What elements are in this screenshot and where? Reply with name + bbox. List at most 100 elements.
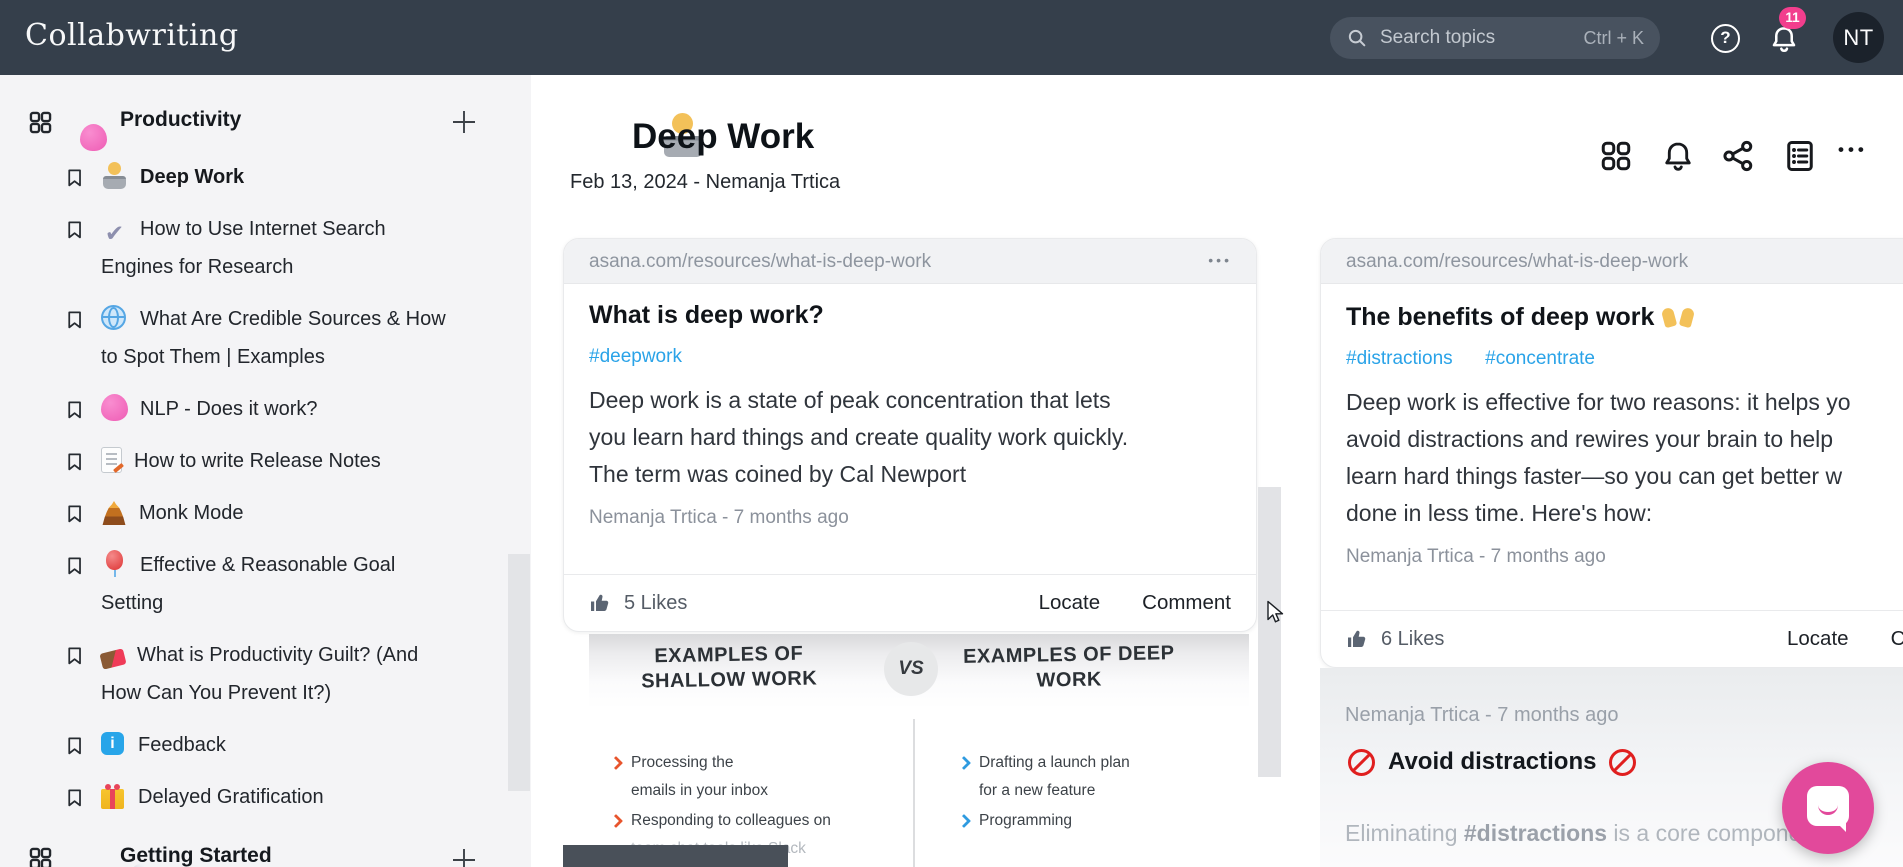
sidebar-item-label: How to write Release Notes bbox=[134, 450, 381, 472]
chocolate-emoji bbox=[99, 648, 126, 669]
share-icon[interactable] bbox=[1720, 138, 1756, 174]
tag-concentrate[interactable]: #concentrate bbox=[1485, 348, 1595, 369]
chevron-right-icon bbox=[957, 756, 971, 770]
divider bbox=[913, 719, 915, 867]
tag-distractions[interactable]: #distractions bbox=[1346, 348, 1453, 369]
globe-emoji bbox=[101, 305, 126, 330]
tag-deepwork[interactable]: #deepwork bbox=[589, 346, 682, 367]
chevron-right-icon bbox=[609, 814, 623, 828]
sidebar-item-label: Monk Mode bbox=[139, 502, 244, 524]
bookmark-icon bbox=[64, 785, 85, 810]
chat-bubble-icon bbox=[1807, 786, 1849, 826]
column-scrollbar[interactable] bbox=[1258, 487, 1281, 777]
snippet-source-bar[interactable]: asana.com/resources/what-is-deep-work ••… bbox=[564, 239, 1256, 284]
deep-work-heading: EXAMPLES OF DEEP WORK bbox=[944, 641, 1195, 695]
sidebar-item-productivity-guilt[interactable]: What is Productivity Guilt? (And How Can… bbox=[64, 636, 494, 712]
snippet-footer: 5 Likes Locate Comment bbox=[564, 574, 1256, 631]
comment-author: Nemanja Trtica - 7 months ago bbox=[1345, 704, 1618, 727]
sidebar-item-deep-work[interactable]: Deep Work bbox=[64, 158, 494, 196]
snippet-text-line: Deep work is effective for two reasons: … bbox=[1346, 384, 1903, 421]
chat-launcher-button[interactable] bbox=[1782, 762, 1874, 854]
bookmark-icon bbox=[64, 501, 85, 526]
sidebar-section-title-getting-started[interactable]: Getting Started bbox=[120, 844, 272, 867]
image-bottom-bar bbox=[563, 845, 788, 867]
grid-icon[interactable] bbox=[27, 109, 54, 136]
sidebar-item-credible-sources[interactable]: What Are Credible Sources & How to Spot … bbox=[64, 300, 494, 376]
snippet-text-line: you learn hard things and create quality… bbox=[589, 419, 1231, 456]
sidebar-item-label: Delayed Gratification bbox=[138, 786, 324, 808]
gift-emoji bbox=[101, 789, 124, 809]
snippet-text-line: avoid distractions and rewires your brai… bbox=[1346, 421, 1903, 458]
sidebar-section-title[interactable]: Productivity bbox=[120, 108, 241, 132]
sidebar-item-label: How to Use Internet Search Engines for R… bbox=[101, 218, 386, 278]
tag-distractions[interactable]: #distractions bbox=[1464, 820, 1607, 846]
thumbs-up-icon[interactable] bbox=[1346, 627, 1370, 651]
sidebar-item-monk-mode[interactable]: Monk Mode bbox=[64, 494, 494, 532]
top-header-bar: Collabwriting Search topics Ctrl + K ? 1… bbox=[0, 0, 1903, 75]
page-meta: Feb 13, 2024 - Nemanja Trtica bbox=[570, 171, 840, 194]
locate-button[interactable]: Locate bbox=[1787, 627, 1849, 651]
mouse-cursor bbox=[1266, 600, 1290, 626]
user-avatar[interactable]: NT bbox=[1833, 12, 1884, 63]
snippet-footer: 6 Likes Locate Comment bbox=[1321, 610, 1903, 667]
source-url[interactable]: asana.com/resources/what-is-deep-work bbox=[589, 239, 1231, 284]
snippet-title: What is deep work? bbox=[589, 300, 1231, 330]
more-options-button[interactable]: ••• bbox=[1838, 140, 1868, 160]
sidebar-item-label: NLP - Does it work? bbox=[140, 398, 317, 420]
memo-emoji bbox=[101, 447, 122, 473]
bookmark-icon bbox=[64, 449, 85, 474]
shallow-work-heading: EXAMPLES OF SHALLOW WORK bbox=[604, 641, 855, 695]
grid-view-button[interactable] bbox=[1598, 138, 1634, 174]
prohibited-emoji bbox=[1348, 749, 1375, 776]
comment-body: Eliminating #distractions is a core comp… bbox=[1345, 820, 1840, 847]
snippet-text-line: learn hard things faster—so you can get … bbox=[1346, 458, 1903, 495]
sidebar-item-internet-search[interactable]: How to Use Internet Search Engines for R… bbox=[64, 210, 494, 286]
comment-button[interactable]: Comment bbox=[1891, 627, 1903, 651]
add-topic-button[interactable] bbox=[449, 107, 479, 137]
bookmark-icon bbox=[64, 733, 85, 758]
snippet-card-benefits-of-deep-work: asana.com/resources/what-is-deep-work Th… bbox=[1320, 238, 1903, 668]
add-topic-button[interactable] bbox=[449, 845, 479, 867]
page-title: Deep Work bbox=[632, 117, 814, 157]
sidebar-item-goal-setting[interactable]: Effective & Reasonable Goal Setting bbox=[64, 546, 494, 622]
check-mark-emoji bbox=[101, 220, 128, 247]
snippet-text-line: The term was coined by Cal Newport bbox=[589, 456, 1231, 493]
brain-emoji bbox=[80, 124, 107, 151]
sidebar-item-label: What is Productivity Guilt? (And How Can… bbox=[101, 644, 418, 704]
sidebar-item-feedback[interactable]: Feedback bbox=[64, 726, 494, 764]
chevron-right-icon bbox=[957, 814, 971, 828]
deep-work-item: Programming bbox=[979, 810, 1072, 832]
thumbs-up-icon[interactable] bbox=[589, 591, 613, 615]
snippet-author: Nemanja Trtica - 7 months ago bbox=[589, 507, 1231, 529]
sidebar-item-nlp[interactable]: NLP - Does it work? bbox=[64, 390, 494, 428]
bell-icon[interactable] bbox=[1660, 138, 1696, 174]
bookmark-icon bbox=[64, 217, 85, 242]
locate-button[interactable]: Locate bbox=[1039, 591, 1101, 615]
help-button[interactable]: ? bbox=[1711, 24, 1740, 53]
chevron-right-icon bbox=[609, 756, 623, 770]
snippet-title: The benefits of deep work bbox=[1346, 300, 1903, 332]
source-url[interactable]: asana.com/resources/what-is-deep-work bbox=[1346, 239, 1903, 284]
comment-button[interactable]: Comment bbox=[1142, 591, 1231, 615]
sidebar-item-release-notes[interactable]: How to write Release Notes bbox=[64, 442, 494, 480]
snippet-preview-image[interactable]: EXAMPLES OF SHALLOW WORK VS EXAMPLES OF … bbox=[589, 634, 1249, 867]
list-icon[interactable] bbox=[1782, 138, 1818, 174]
search-input[interactable]: Search topics Ctrl + K bbox=[1330, 17, 1660, 59]
shallow-work-item: Processing the emails in your inbox bbox=[631, 752, 768, 802]
snippet-text-line: done in less time. Here's how: bbox=[1346, 495, 1903, 532]
likes-count[interactable]: 6 Likes bbox=[1381, 628, 1444, 651]
sidebar-scrollbar[interactable] bbox=[508, 554, 530, 791]
snippet-source-bar[interactable]: asana.com/resources/what-is-deep-work bbox=[1321, 239, 1903, 284]
card-menu-button[interactable]: ••• bbox=[1208, 239, 1232, 282]
likes-count[interactable]: 5 Likes bbox=[624, 592, 687, 615]
bookmark-icon bbox=[64, 165, 85, 190]
grid-icon[interactable] bbox=[27, 845, 54, 867]
bookmark-icon bbox=[64, 397, 85, 422]
deep-work-item: Drafting a launch plan for a new feature bbox=[979, 752, 1130, 802]
laptop-person-emoji bbox=[101, 162, 128, 189]
sidebar-item-delayed-gratification[interactable]: Delayed Gratification bbox=[64, 778, 494, 816]
sidebar-item-label: Effective & Reasonable Goal Setting bbox=[101, 554, 395, 614]
snippet-text-line: Deep work is a state of peak concentrati… bbox=[589, 382, 1231, 419]
sidebar-item-list: Deep Work How to Use Internet Search Eng… bbox=[64, 158, 494, 830]
bookmark-icon bbox=[64, 643, 85, 668]
